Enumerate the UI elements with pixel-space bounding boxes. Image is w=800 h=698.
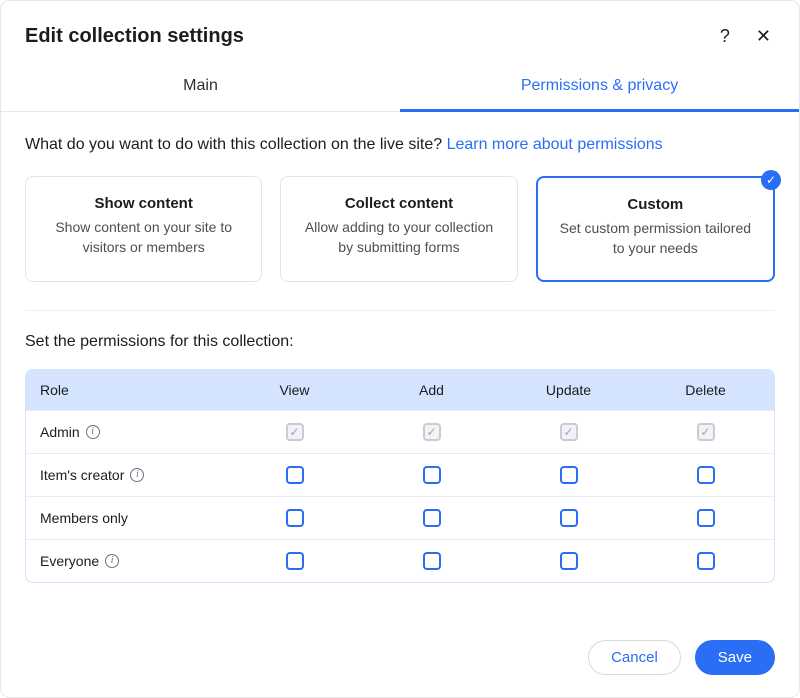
dialog-footer: Cancel Save: [1, 622, 799, 697]
checkbox-add[interactable]: [423, 466, 441, 484]
card-desc: Set custom permission tailored to your n…: [554, 219, 757, 258]
checkbox-delete: [697, 423, 715, 441]
checkbox-add[interactable]: [423, 552, 441, 570]
checkbox-update: [560, 423, 578, 441]
perm-cell-view: [226, 540, 363, 582]
role-name: Item's creator: [40, 467, 124, 483]
card-custom[interactable]: ✓CustomSet custom permission tailored to…: [536, 176, 775, 282]
perm-cell-add: [363, 497, 500, 539]
checkbox-add: [423, 423, 441, 441]
role-name-cell: Admini: [26, 412, 226, 452]
close-icon[interactable]: ✕: [752, 23, 775, 49]
role-name-cell: Everyone i: [26, 541, 226, 581]
permissions-prompt: What do you want to do with this collect…: [25, 136, 775, 154]
role-name: Everyone: [40, 553, 99, 569]
cancel-button[interactable]: Cancel: [588, 640, 681, 675]
permission-mode-cards: Show content Show content on your site to…: [25, 176, 775, 282]
card-desc: Show content on your site to visitors or…: [42, 218, 245, 257]
role-name: Admin: [40, 424, 80, 440]
permissions-table: Role View Add Update Delete AdminiItem's…: [25, 369, 775, 583]
checkbox-view[interactable]: [286, 552, 304, 570]
perm-cell-update: [500, 540, 637, 582]
dialog-header: Edit collection settings ? ✕: [1, 1, 799, 63]
checkbox-view[interactable]: [286, 466, 304, 484]
col-role: Role: [26, 370, 226, 410]
checkbox-delete[interactable]: [697, 466, 715, 484]
table-row: Members only: [26, 497, 774, 540]
checkmark-icon: ✓: [761, 170, 781, 190]
perm-cell-view: [226, 454, 363, 496]
perm-cell-add: [363, 411, 500, 453]
perm-cell-delete: [637, 497, 774, 539]
info-icon[interactable]: i: [105, 554, 119, 568]
tab-main[interactable]: Main: [1, 63, 400, 111]
learn-more-link[interactable]: Learn more about permissions: [447, 136, 663, 153]
checkbox-view[interactable]: [286, 509, 304, 527]
checkbox-update[interactable]: [560, 552, 578, 570]
table-row: Admini: [26, 411, 774, 454]
perm-cell-view: [226, 497, 363, 539]
tabs: Main Permissions & privacy: [1, 63, 799, 112]
role-name-cell: Members only: [26, 498, 226, 538]
card-title: Collect content: [297, 195, 500, 212]
table-row: Item's creator i: [26, 454, 774, 497]
dialog-title: Edit collection settings: [25, 25, 716, 48]
perm-cell-update: [500, 454, 637, 496]
checkbox-update[interactable]: [560, 509, 578, 527]
checkbox-view: [286, 423, 304, 441]
card-title: Custom: [554, 196, 757, 213]
info-icon[interactable]: i: [130, 468, 144, 482]
tab-permissions[interactable]: Permissions & privacy: [400, 63, 799, 111]
help-icon[interactable]: ?: [716, 23, 734, 49]
role-name: Members only: [40, 510, 128, 526]
table-row: Everyone i: [26, 540, 774, 582]
perm-cell-view: [226, 411, 363, 453]
card-desc: Allow adding to your collection by submi…: [297, 218, 500, 257]
permissions-table-heading: Set the permissions for this collection:: [25, 333, 775, 351]
perm-cell-add: [363, 540, 500, 582]
header-actions: ? ✕: [716, 23, 775, 49]
checkbox-update[interactable]: [560, 466, 578, 484]
checkbox-delete[interactable]: [697, 509, 715, 527]
prompt-text: What do you want to do with this collect…: [25, 136, 447, 153]
perm-cell-add: [363, 454, 500, 496]
edit-collection-dialog: Edit collection settings ? ✕ Main Permis…: [0, 0, 800, 698]
col-add: Add: [363, 370, 500, 410]
table-header-row: Role View Add Update Delete: [26, 370, 774, 411]
card-show[interactable]: Show content Show content on your site to…: [25, 176, 262, 282]
col-update: Update: [500, 370, 637, 410]
perm-cell-update: [500, 411, 637, 453]
checkbox-delete[interactable]: [697, 552, 715, 570]
divider: [25, 310, 775, 311]
content-area: What do you want to do with this collect…: [1, 112, 799, 622]
role-name-cell: Item's creator i: [26, 455, 226, 495]
perm-cell-delete: [637, 540, 774, 582]
checkbox-add[interactable]: [423, 509, 441, 527]
perm-cell-delete: [637, 411, 774, 453]
perm-cell-delete: [637, 454, 774, 496]
card-title: Show content: [42, 195, 245, 212]
card-collect[interactable]: Collect content Allow adding to your coll…: [280, 176, 517, 282]
col-delete: Delete: [637, 370, 774, 410]
col-view: View: [226, 370, 363, 410]
perm-cell-update: [500, 497, 637, 539]
info-icon[interactable]: i: [86, 425, 100, 439]
save-button[interactable]: Save: [695, 640, 775, 675]
